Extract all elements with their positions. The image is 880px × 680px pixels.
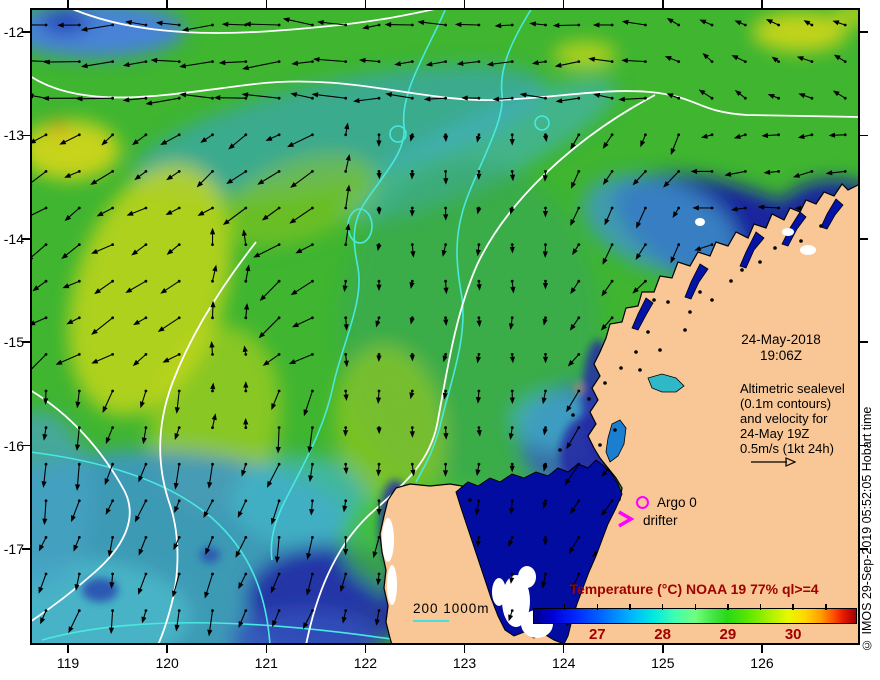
observation-date: 24-May-2018 (741, 332, 821, 347)
velocity-scale-arrow-icon (751, 457, 796, 467)
colorbar-tick (727, 604, 729, 610)
x-axis-tick (364, 645, 367, 653)
y-tick-label: -14 (3, 230, 24, 247)
y-tick-label: -12 (3, 24, 24, 40)
legend-line-4: 24-May 19Z (740, 426, 810, 441)
map-canvas (30, 8, 860, 645)
y-tick-label: -15 (3, 334, 24, 351)
y-tick-label: -13 (3, 127, 24, 144)
depth-contour-sample-line (413, 620, 449, 622)
x-tick-label: 126 (750, 655, 774, 671)
argo-label: Argo 0 (657, 495, 697, 510)
colorbar-tick (792, 604, 794, 610)
colorbar-tick-label: 27 (588, 626, 606, 643)
x-tick-label: 122 (353, 655, 378, 671)
y-tick-label: -17 (3, 541, 24, 557)
x-tick-label: 125 (651, 655, 675, 671)
x-axis-tick (761, 645, 763, 653)
x-tick-label: 119 (56, 655, 80, 671)
x-axis-tick (562, 0, 565, 8)
x-tick-label: 120 (155, 655, 179, 671)
x-axis-tick (67, 645, 69, 653)
colorbar-tick (825, 604, 827, 610)
legend-line-2: (0.1m contours) (740, 396, 832, 411)
x-axis-tick (166, 645, 168, 653)
colorbar (533, 608, 857, 624)
x-axis-tick (265, 645, 268, 653)
x-axis-tick (662, 0, 664, 8)
x-axis-tick (761, 0, 763, 8)
x-axis-tick (463, 0, 466, 8)
colorbar-title: Temperature (°C) NOAA 19 77% ql>=4 (569, 581, 819, 597)
credit-text: © IMOS 29-Sep-2019 05:52:05 Hobart time (860, 406, 874, 652)
depth-legend-label: 200 1000m (413, 601, 490, 616)
colorbar-tick (661, 604, 664, 610)
legend-line-5: 0.5m/s (1kt 24h) (740, 441, 834, 456)
y-axis-tick (860, 31, 868, 33)
sst-map-figure: 119 120 121 122 123 124 125 126 -12 -13 -14 -15 -16 -… (0, 0, 880, 680)
colorbar-tick-label: 29 (719, 626, 737, 643)
drifter-label: drifter (643, 513, 678, 528)
colorbar-tick-label: 30 (784, 626, 802, 643)
colorbar-tick (694, 604, 696, 610)
x-axis-tick (265, 0, 268, 8)
x-axis-tick (662, 645, 664, 653)
legend-line-1: Altimetric sealevel (740, 381, 845, 396)
x-axis-tick (562, 645, 565, 653)
x-tick-label: 124 (552, 655, 576, 671)
x-tick-label: 123 (452, 655, 477, 671)
colorbar-tick (759, 604, 762, 610)
colorbar-tick (563, 604, 566, 610)
x-tick-label: 121 (254, 655, 278, 671)
colorbar-tick (596, 604, 599, 610)
x-axis-tick (463, 645, 466, 653)
argo-float-marker-icon[interactable] (636, 496, 649, 509)
drifter-marker-icon[interactable] (616, 510, 636, 528)
legend-line-3: and velocity for (740, 411, 828, 426)
x-axis-tick (364, 0, 367, 8)
observation-time: 19:06Z (759, 348, 803, 363)
y-tick-label: -16 (3, 437, 24, 454)
x-axis-tick (67, 0, 69, 8)
colorbar-tick-label: 28 (654, 626, 671, 643)
x-axis-tick (166, 0, 168, 8)
colorbar-tick (629, 604, 631, 610)
